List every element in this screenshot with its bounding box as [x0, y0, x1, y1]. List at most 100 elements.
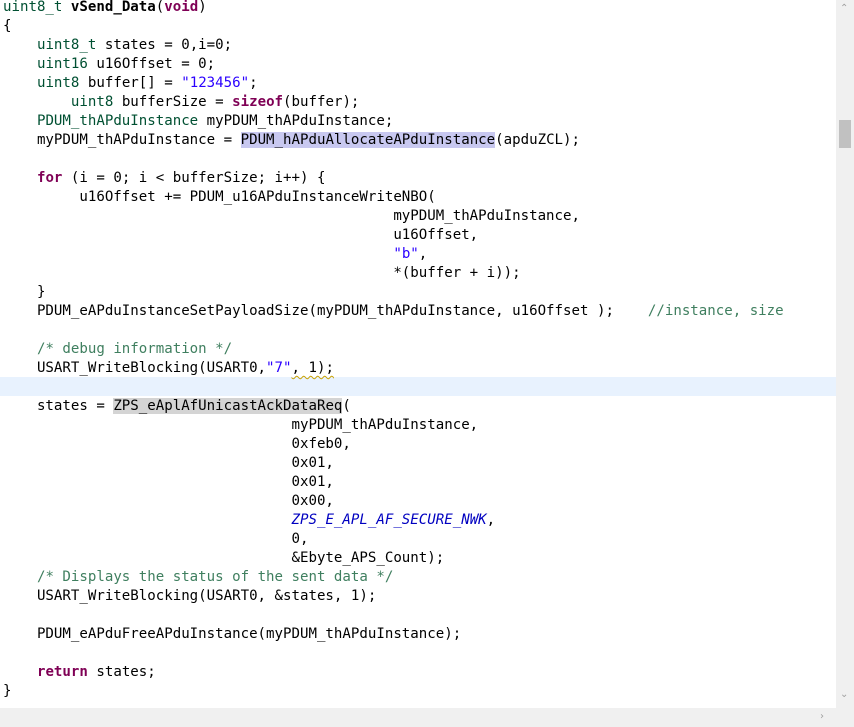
- code-line[interactable]: 0x01,: [3, 473, 784, 492]
- code-text: 0x01,: [3, 474, 334, 490]
- code-line[interactable]: uint16 u16Offset = 0;: [3, 55, 784, 74]
- keyword-token: void: [164, 0, 199, 15]
- occurrence-highlight: ZPS_eAplAfUnicastAckDataReq: [113, 398, 343, 414]
- macro-token: ZPS_E_APL_AF_SECURE_NWK: [291, 512, 487, 528]
- code-line[interactable]: PDUM_thAPduInstance myPDUM_thAPduInstanc…: [3, 112, 784, 131]
- code-line[interactable]: [3, 378, 784, 397]
- code-line[interactable]: /* debug information */: [3, 340, 784, 359]
- code-line[interactable]: /* Displays the status of the sent data …: [3, 568, 784, 587]
- horizontal-scrollbar[interactable]: ›: [0, 708, 836, 727]
- code-line[interactable]: uint8_t vSend_Data(void): [3, 0, 784, 17]
- code-text: PDUM_eAPduInstanceSetPayloadSize(myPDUM_…: [3, 303, 648, 319]
- code-line[interactable]: myPDUM_thAPduInstance = PDUM_hAPduAlloca…: [3, 131, 784, 150]
- keyword-token: return: [36, 664, 88, 680]
- type-token: PDUM_thAPduInstance: [36, 113, 199, 129]
- comment-token: /* debug information */: [36, 341, 233, 357]
- code-line[interactable]: u16Offset += PDUM_u16APduInstanceWriteNB…: [3, 188, 784, 207]
- code-line[interactable]: [3, 644, 784, 663]
- code-line[interactable]: uint8 buffer[] = "123456";: [3, 74, 784, 93]
- code-text: myPDUM_thAPduInstance,: [3, 417, 479, 433]
- code-line[interactable]: 0xfeb0,: [3, 435, 784, 454]
- code-text: ): [198, 0, 207, 15]
- code-line[interactable]: PDUM_eAPduInstanceSetPayloadSize(myPDUM_…: [3, 302, 784, 321]
- chevron-down-icon[interactable]: ⌄: [840, 690, 848, 700]
- code-text: bufferSize =: [113, 94, 233, 110]
- code-text: 0x00,: [3, 493, 334, 509]
- code-text: u16Offset = 0;: [87, 56, 216, 72]
- code-line[interactable]: 0x01,: [3, 454, 784, 473]
- code-text: }: [3, 683, 12, 699]
- code-line[interactable]: states = ZPS_eAplAfUnicastAckDataReq(: [3, 397, 784, 416]
- code-text: (apduZCL);: [495, 132, 581, 148]
- type-token: uint16: [36, 56, 88, 72]
- code-line[interactable]: }: [3, 283, 784, 302]
- code-line[interactable]: PDUM_eAPduFreeAPduInstance(myPDUM_thAPdu…: [3, 625, 784, 644]
- string-literal: "b": [393, 246, 419, 262]
- code-line[interactable]: USART_WriteBlocking(USART0,"7", 1);: [3, 359, 784, 378]
- code-line[interactable]: myPDUM_thAPduInstance,: [3, 416, 784, 435]
- chevron-right-icon[interactable]: ›: [820, 712, 824, 722]
- type-token: uint8: [70, 94, 114, 110]
- code-text: 0,: [3, 531, 309, 547]
- code-line[interactable]: [3, 150, 784, 169]
- code-line[interactable]: USART_WriteBlocking(USART0, &states, 1);: [3, 587, 784, 606]
- selected-identifier: PDUM_hAPduAllocateAPduInstance: [240, 132, 496, 148]
- warning-squiggle: , 1);: [291, 360, 334, 376]
- code-line[interactable]: &Ebyte_APS_Count);: [3, 549, 784, 568]
- code-text: (i = 0; i < bufferSize; i++) {: [62, 170, 326, 186]
- code-line[interactable]: *(buffer + i));: [3, 264, 784, 283]
- scrollbar-corner: [836, 708, 854, 727]
- code-text: (buffer);: [283, 94, 360, 110]
- code-text: 0xfeb0,: [3, 436, 351, 452]
- code-text: ;: [249, 75, 258, 91]
- code-text: &Ebyte_APS_Count);: [3, 550, 445, 566]
- string-literal: "7": [266, 360, 292, 376]
- code-line[interactable]: 0,: [3, 530, 784, 549]
- code-text: USART_WriteBlocking(USART0, &states, 1);: [3, 588, 377, 604]
- code-line[interactable]: myPDUM_thAPduInstance,: [3, 207, 784, 226]
- code-line[interactable]: for (i = 0; i < bufferSize; i++) {: [3, 169, 784, 188]
- code-text: (: [155, 0, 165, 15]
- code-text: states = 0,i=0;: [96, 37, 233, 53]
- vertical-scrollbar[interactable]: ⌃ ⌄: [836, 0, 854, 708]
- keyword-token: for: [36, 170, 63, 186]
- code-line[interactable]: ZPS_E_APL_AF_SECURE_NWK,: [3, 511, 784, 530]
- code-line[interactable]: }: [3, 682, 784, 701]
- code-text: states;: [87, 664, 156, 680]
- code-line[interactable]: "b",: [3, 245, 784, 264]
- code-text: *(buffer + i));: [3, 265, 521, 281]
- code-line[interactable]: 0x00,: [3, 492, 784, 511]
- code-text: ,: [486, 512, 496, 528]
- function-name: vSend_Data: [70, 0, 156, 15]
- code-text: USART_WriteBlocking(USART0,: [3, 360, 267, 376]
- code-text: ,: [418, 246, 428, 262]
- string-literal: "123456": [181, 75, 250, 91]
- code-line[interactable]: uint8 bufferSize = sizeof(buffer);: [3, 93, 784, 112]
- code-line[interactable]: [3, 321, 784, 340]
- code-line[interactable]: [3, 606, 784, 625]
- code-line[interactable]: uint8_t states = 0,i=0;: [3, 36, 784, 55]
- type-token: uint8: [36, 75, 80, 91]
- type-token: uint8_t: [36, 37, 97, 53]
- code-line[interactable]: u16Offset,: [3, 226, 784, 245]
- chevron-up-icon[interactable]: ⌃: [840, 4, 848, 14]
- code-text: PDUM_eAPduFreeAPduInstance(myPDUM_thAPdu…: [3, 626, 462, 642]
- code-text: u16Offset += PDUM_u16APduInstanceWriteNB…: [3, 189, 436, 205]
- keyword-token: sizeof: [232, 94, 284, 110]
- code-line[interactable]: {: [3, 17, 784, 36]
- code-text: }: [3, 284, 46, 300]
- code-line[interactable]: return states;: [3, 663, 784, 682]
- code-text: states =: [3, 398, 114, 414]
- scrollbar-thumb[interactable]: [839, 120, 851, 148]
- code-text: 0x01,: [3, 455, 334, 471]
- code-editor[interactable]: uint8_t vSend_Data(void){ uint8_t states…: [0, 0, 836, 708]
